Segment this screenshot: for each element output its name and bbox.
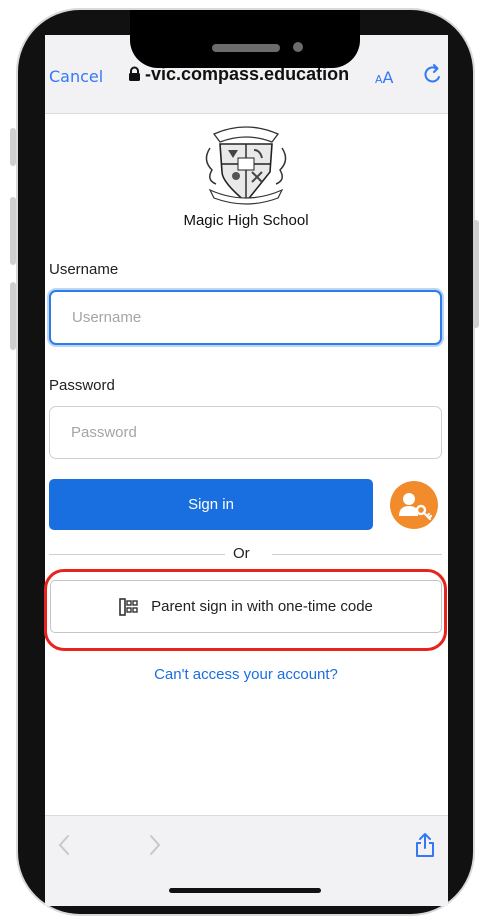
parent-signin-label: Parent sign in with one-time code	[151, 598, 373, 615]
divider-left	[49, 554, 225, 555]
text-size-small-a: A	[375, 73, 383, 86]
cant-access-link[interactable]: Can't access your account?	[130, 666, 362, 683]
phone-notch	[130, 10, 360, 68]
back-arrow-icon[interactable]	[57, 833, 71, 863]
side-button-volume-down	[10, 282, 16, 350]
lock-icon	[128, 66, 141, 86]
keypad-icon	[119, 597, 138, 616]
phone-camera	[293, 42, 303, 52]
divider-right	[272, 554, 442, 555]
forward-arrow-icon[interactable]	[148, 833, 162, 863]
phone-speaker	[212, 44, 280, 52]
school-crest-logo	[200, 120, 292, 206]
text-size-button[interactable]: AA	[375, 68, 393, 87]
reload-icon[interactable]	[422, 63, 444, 92]
username-label: Username	[49, 261, 119, 278]
or-separator: Or	[233, 545, 250, 562]
parent-signin-button[interactable]: Parent sign in with one-time code	[50, 580, 442, 633]
cancel-button[interactable]: Cancel	[49, 67, 103, 86]
password-input[interactable]: Password	[49, 406, 442, 459]
username-input[interactable]: Username	[49, 290, 442, 345]
home-indicator[interactable]	[169, 888, 321, 893]
key-icon	[399, 493, 433, 521]
sign-in-button[interactable]: Sign in	[49, 479, 373, 530]
password-label: Password	[49, 377, 115, 394]
side-button-mute	[10, 128, 16, 166]
side-button-power	[473, 220, 479, 328]
share-icon[interactable]	[414, 832, 436, 862]
school-name: Magic High School	[183, 212, 309, 229]
text-size-large-a: A	[382, 68, 394, 87]
passkey-button[interactable]	[390, 481, 438, 529]
side-button-volume-up	[10, 197, 16, 265]
